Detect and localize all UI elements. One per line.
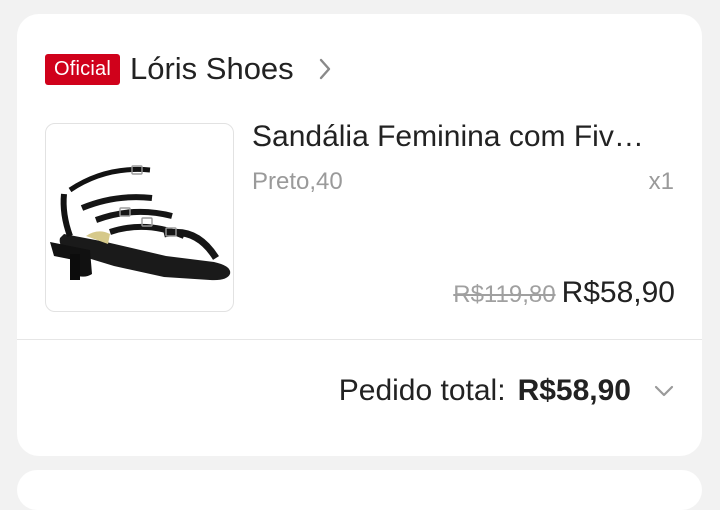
product-title[interactable]: Sandália Feminina com Fiv…: [252, 120, 692, 154]
order-total-label: Pedido total:: [338, 374, 506, 407]
sandal-image-icon: [50, 165, 231, 281]
divider: [17, 339, 702, 340]
original-price: R$119,80: [453, 281, 556, 308]
price-group: R$119,80 R$58,90: [453, 276, 675, 310]
product-quantity: x1: [648, 168, 674, 195]
order-total-row[interactable]: Pedido total: R$58,90: [339, 374, 675, 408]
product-thumbnail[interactable]: [45, 123, 234, 312]
product-variant: Preto,40: [252, 168, 343, 195]
shop-name[interactable]: Lóris Shoes: [130, 51, 294, 87]
official-badge: Oficial: [45, 53, 120, 85]
order-total-value: R$58,90: [517, 374, 631, 407]
chevron-down-icon[interactable]: [653, 384, 675, 398]
chevron-right-icon[interactable]: [318, 57, 332, 81]
shop-header[interactable]: Oficial Lóris Shoes: [45, 51, 332, 87]
next-order-card: [17, 470, 702, 510]
sale-price: R$58,90: [561, 276, 675, 309]
order-card: Oficial Lóris Shoes Sandália Feminina co…: [17, 14, 702, 456]
